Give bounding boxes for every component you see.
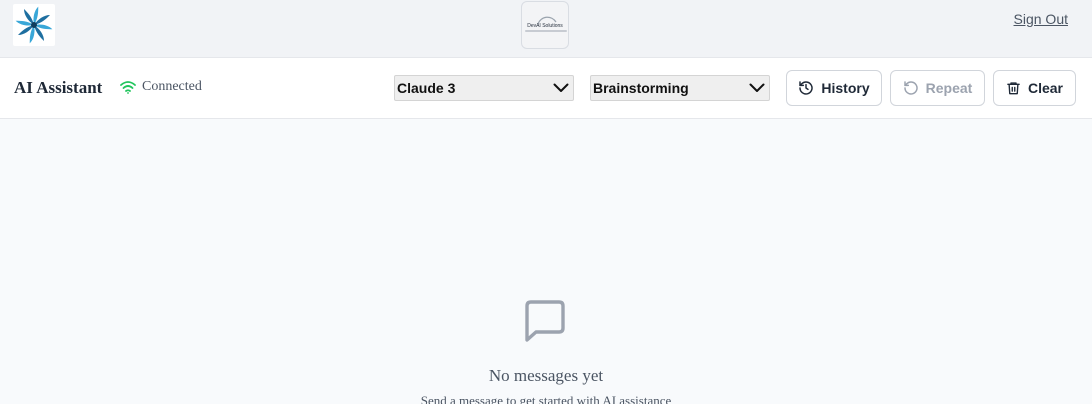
history-icon bbox=[799, 81, 814, 95]
model-select-value: Claude 3 bbox=[397, 80, 456, 96]
connection-status: Connected bbox=[120, 79, 202, 95]
mode-select-value: Brainstorming bbox=[593, 80, 689, 96]
repeat-button[interactable]: Repeat bbox=[890, 70, 985, 106]
clear-button-label: Clear bbox=[1027, 80, 1064, 96]
clear-button[interactable]: Clear bbox=[993, 70, 1076, 106]
trash-icon bbox=[1007, 82, 1020, 95]
wifi-icon bbox=[120, 81, 136, 94]
chat-header: AI Assistant Connected Claude 3 Brainsto… bbox=[0, 58, 1092, 119]
top-bar: DevAI Solutions Sign Out bbox=[0, 0, 1092, 58]
history-button-label: History bbox=[821, 80, 870, 96]
sign-out-link[interactable]: Sign Out bbox=[1014, 11, 1068, 27]
app-logo-icon[interactable] bbox=[13, 4, 55, 46]
connection-status-label: Connected bbox=[142, 79, 202, 94]
company-logo-text: DevAI Solutions bbox=[527, 23, 563, 29]
mode-select[interactable]: Brainstorming bbox=[590, 75, 770, 101]
model-select[interactable]: Claude 3 bbox=[394, 75, 574, 101]
message-square-icon bbox=[525, 300, 565, 342]
history-button[interactable]: History bbox=[786, 70, 882, 106]
chevron-down-icon bbox=[749, 83, 765, 92]
page-title: AI Assistant bbox=[14, 78, 103, 97]
company-logo: DevAI Solutions bbox=[521, 1, 569, 49]
company-logo-tagline-line bbox=[525, 30, 567, 32]
empty-state-subtitle: Send a message to get started with AI as… bbox=[420, 393, 672, 404]
chevron-down-icon bbox=[553, 83, 569, 92]
repeat-button-label: Repeat bbox=[925, 80, 973, 96]
rotate-ccw-icon bbox=[903, 81, 918, 95]
empty-state-title: No messages yet bbox=[488, 366, 604, 385]
